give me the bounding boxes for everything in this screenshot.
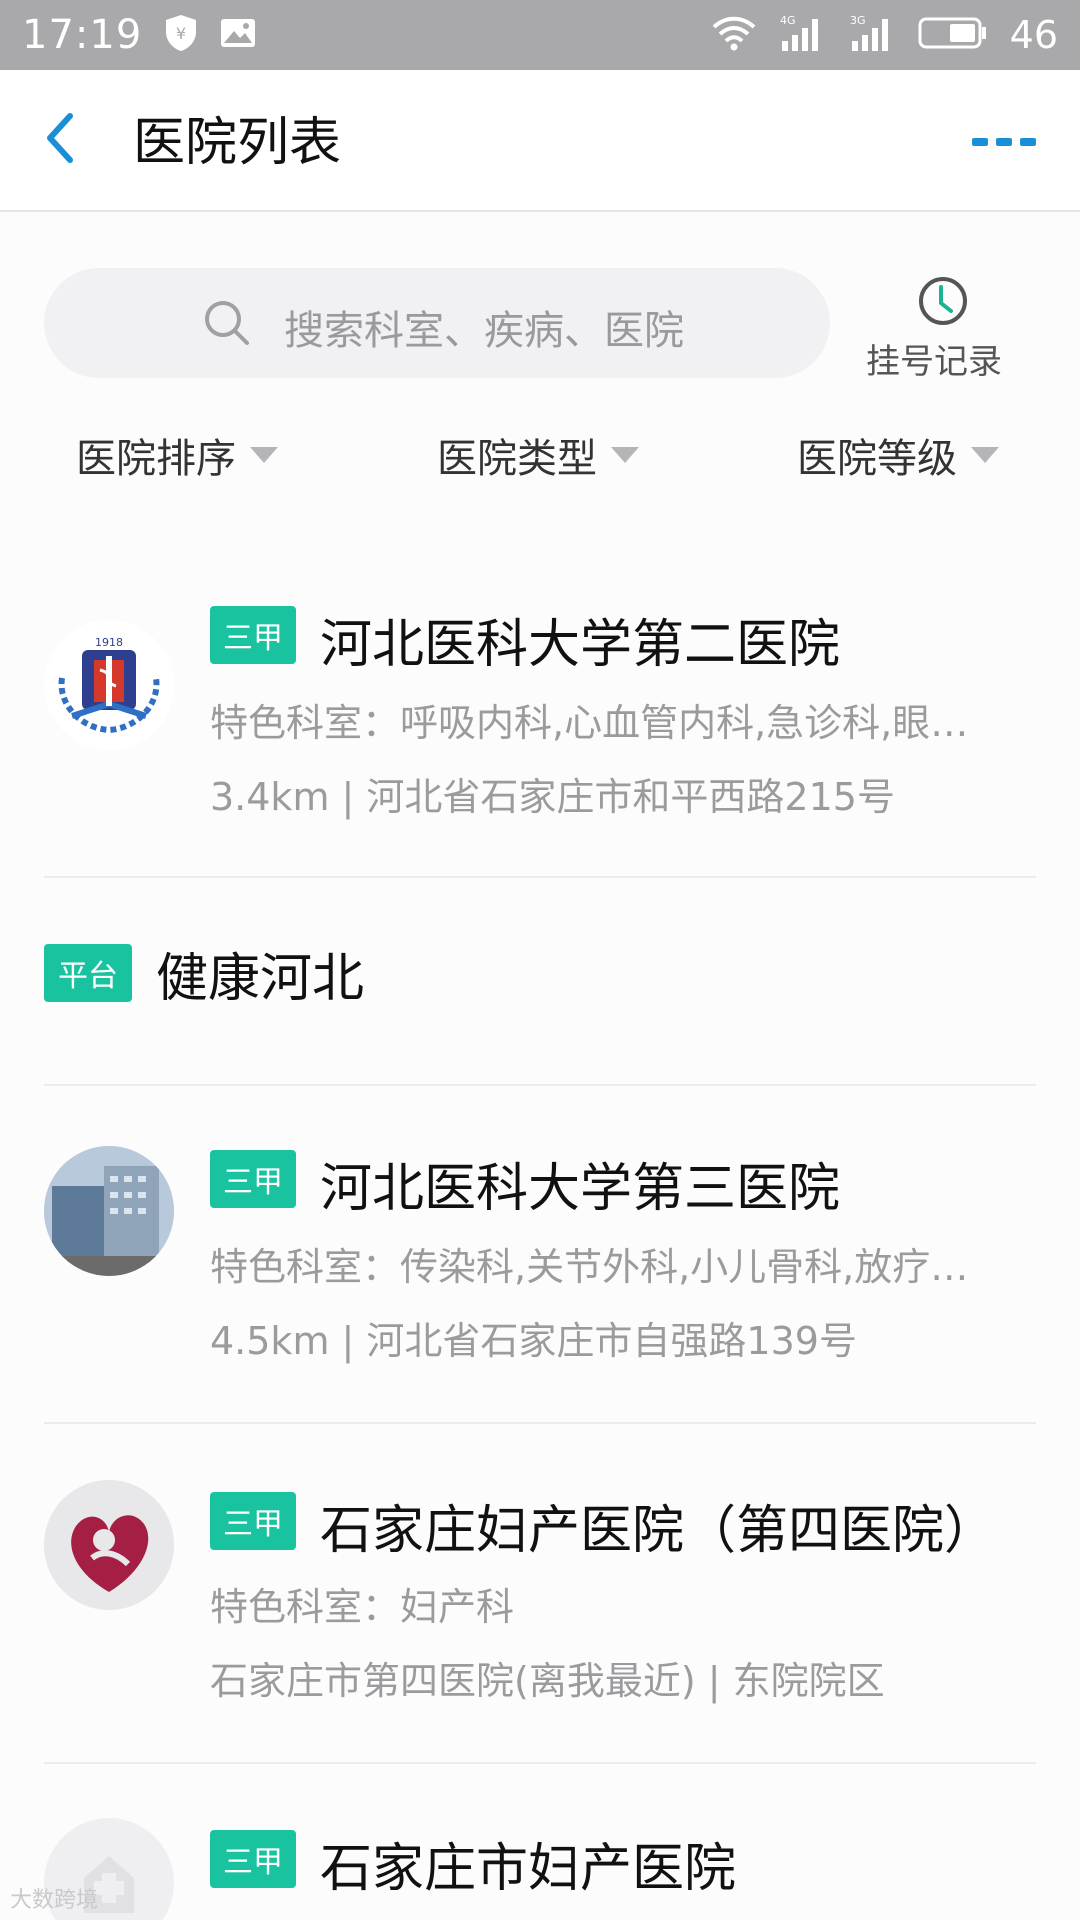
filter-label: 医院类型 (437, 436, 597, 482)
signal-3g-icon: 3G (848, 13, 896, 57)
battery-level: 46 (1009, 13, 1058, 57)
page-title: 医院列表 (133, 113, 342, 173)
more-button[interactable] (972, 130, 1038, 152)
filter-type[interactable]: 医院类型 (437, 425, 639, 485)
hospital-address: 石家庄市第四医院(离我最近) | 东院院区 (210, 1659, 885, 1703)
network-4g-label: 4G (780, 14, 796, 27)
shield-yen-icon: ¥ (164, 14, 198, 56)
search-input[interactable]: 搜索科室、疾病、医院 (44, 268, 830, 378)
hospital-name: 石家庄妇产医院（第四医院） (320, 1501, 997, 1561)
clock-icon (919, 277, 967, 325)
search-icon (205, 301, 249, 345)
signal-4g-icon: 4G (778, 13, 826, 57)
hospital-list-item[interactable]: 三甲 石家庄妇产医院（第四医院） 特色科室：妇产科 石家庄市第四医院(离我最近)… (0, 1424, 1080, 1762)
hospital-list-item[interactable]: 三甲 石家庄市妇产医院 (0, 1764, 1080, 1920)
hospital-address: 4.5km | 河北省石家庄市自强路139号 (210, 1319, 857, 1363)
platform-badge: 平台 (44, 944, 132, 1002)
logo-year-text: 1918 (95, 636, 123, 649)
status-bar: 17:19 ¥ 4G 3G 46 (0, 0, 1080, 70)
grade-badge: 三甲 (210, 1492, 296, 1550)
filter-label: 医院排序 (76, 436, 236, 482)
registration-records-label: 挂号记录 (866, 342, 1002, 382)
hospital-name: 石家庄市妇产医院 (320, 1839, 737, 1899)
hospital-logo (44, 1146, 174, 1276)
svg-text:¥: ¥ (176, 24, 186, 43)
battery-icon (918, 16, 988, 54)
status-time: 17:19 (22, 12, 143, 58)
filter-level[interactable]: 医院等级 (797, 425, 999, 485)
image-icon (220, 18, 256, 52)
grade-badge: 三甲 (210, 1830, 296, 1888)
network-3g-label: 3G (850, 14, 866, 27)
platform-list-item[interactable]: 平台 健康河北 (0, 878, 1080, 1084)
more-dots-icon (972, 138, 1036, 146)
watermark: 大数跨境 (10, 1888, 99, 1913)
hospital-departments: 特色科室：传染科,关节外科,小儿骨科,放疗… (210, 1245, 969, 1289)
filter-label: 医院等级 (797, 436, 957, 482)
wifi-icon (712, 15, 756, 55)
caret-down-icon (611, 447, 639, 463)
grade-badge: 三甲 (210, 1150, 296, 1208)
hospital-list-item[interactable]: 1918 三甲 河北医科大学第二医院 特色科室：呼吸内科,心血管内科,急诊科,眼… (0, 580, 1080, 876)
platform-name: 健康河北 (156, 949, 365, 1009)
chevron-left-icon (47, 113, 73, 163)
caret-down-icon (250, 447, 278, 463)
hospital-logo: 1918 (44, 620, 174, 750)
back-button[interactable] (36, 108, 96, 168)
grade-badge: 三甲 (210, 606, 296, 664)
hospital-departments: 特色科室：妇产科 (210, 1585, 515, 1629)
hospital-departments: 特色科室：呼吸内科,心血管内科,急诊科,眼… (210, 701, 969, 745)
filter-sort[interactable]: 医院排序 (76, 425, 278, 485)
hospital-name: 河北医科大学第二医院 (320, 615, 841, 675)
search-placeholder: 搜索科室、疾病、医院 (284, 308, 684, 354)
registration-records-button[interactable]: 挂号记录 (862, 270, 1032, 382)
hospital-list-item[interactable]: 三甲 河北医科大学第三医院 特色科室：传染科,关节外科,小儿骨科,放疗… 4.5… (0, 1086, 1080, 1422)
hospital-logo (44, 1480, 174, 1610)
app-bar: 医院列表 (0, 70, 1080, 212)
hospital-name: 河北医科大学第三医院 (320, 1159, 841, 1219)
caret-down-icon (971, 447, 999, 463)
hospital-address: 3.4km | 河北省石家庄市和平西路215号 (210, 775, 895, 819)
